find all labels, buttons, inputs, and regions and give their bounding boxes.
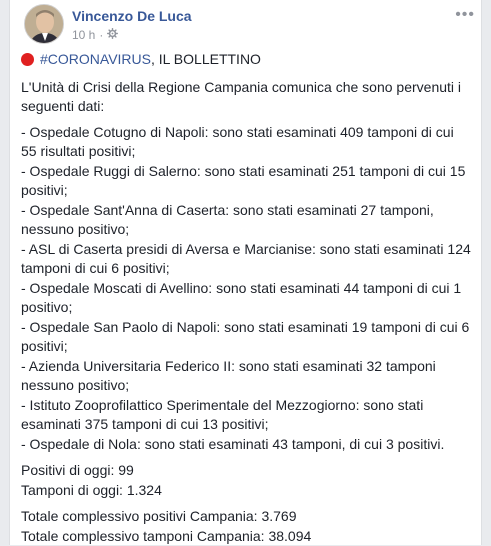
red-circle-icon [21,53,34,66]
list-item: - Ospedale Sant'Anna di Caserta: sono st… [21,201,473,240]
post-meta: 10 h · [72,28,118,42]
meta-separator: · [99,28,103,42]
post-body: #CORONAVIRUS , IL BOLLETTINO L'Unità di … [21,50,473,546]
list-item: - Ospedale Ruggi di Salerno: sono stati … [21,162,473,201]
list-item: - Ospedale Cotugno di Napoli: sono stati… [21,123,473,162]
list-item: - Ospedale Moscati di Avellino: sono sta… [21,279,473,318]
positivi-oggi: Positivi di oggi: 99 [21,461,473,481]
author-name[interactable]: Vincenzo De Luca [72,8,192,24]
list-item: - Istituto Zooprofilattico Sperimentale … [21,396,473,435]
totale-tamponi: Totale complessivo tamponi Campania: 38.… [21,527,473,546]
hashtag-link[interactable]: #CORONAVIRUS [40,50,151,70]
hospital-list: - Ospedale Cotugno di Napoli: sono stati… [21,123,473,455]
list-item: - Ospedale San Paolo di Napoli: sono sta… [21,318,473,357]
post-timestamp[interactable]: 10 h [72,28,95,42]
post-title-line: #CORONAVIRUS , IL BOLLETTINO [21,50,473,70]
tamponi-oggi: Tamponi di oggi: 1.324 [21,481,473,501]
privacy-icon[interactable] [107,28,118,42]
list-item: - Ospedale di Nola: sono stati esaminati… [21,435,473,455]
post-header: Vincenzo De Luca 10 h · [21,2,471,44]
more-options-icon[interactable]: ••• [455,6,475,24]
list-item: - Azienda Universitaria Federico II: son… [21,357,473,396]
totale-positivi: Totale complessivo positivi Campania: 3.… [21,507,473,527]
list-item: - ASL di Caserta presidi di Aversa e Mar… [21,240,473,279]
author-avatar[interactable] [24,4,64,44]
title-text: , IL BOLLETTINO [151,50,261,70]
post-card: Vincenzo De Luca 10 h · [9,0,482,545]
intro-text: L'Unità di Crisi della Regione Campania … [21,78,473,117]
